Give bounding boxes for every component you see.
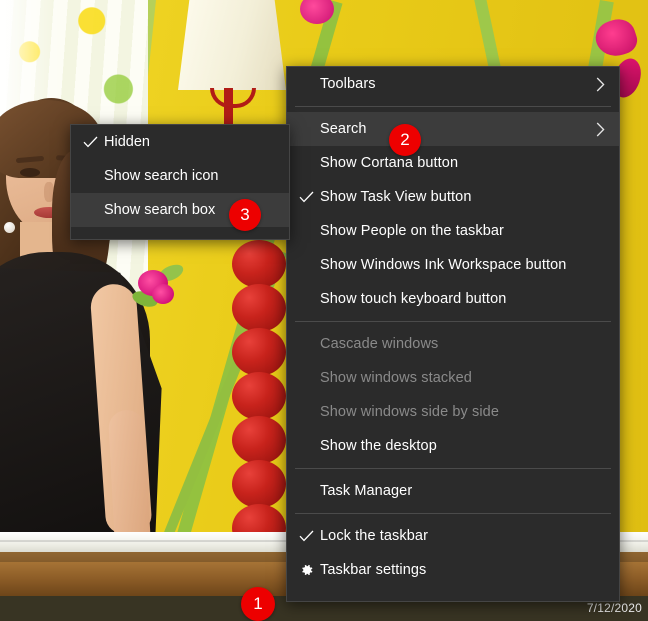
desktop[interactable]: 7/12/2020 Toolbars Search Show Cortana but… (0, 0, 648, 621)
menu-item-label: Show Windows Ink Workspace button (320, 257, 567, 273)
menu-item-show-touch-keyboard-button[interactable]: Show touch keyboard button (287, 282, 619, 316)
menu-item-label: Taskbar settings (320, 562, 427, 578)
callout-badge-3: 3 (229, 199, 261, 231)
menu-separator (295, 468, 611, 469)
menu-item-label: Cascade windows (320, 336, 439, 352)
menu-item-label: Search (320, 121, 367, 137)
submenu-item-label: Show search box (104, 202, 216, 218)
menu-item-label: Show Cortana button (320, 155, 459, 171)
checkmark-icon (297, 519, 315, 553)
menu-item-label: Lock the taskbar (320, 528, 428, 544)
gear-icon (297, 553, 315, 587)
wallpaper-beaded-lamp-column (232, 240, 286, 588)
menu-item-show-cortana-button[interactable]: Show Cortana button (287, 146, 619, 180)
submenu-item-show-search-icon[interactable]: Show search icon (71, 159, 289, 193)
menu-item-show-people-on-the-taskbar[interactable]: Show People on the taskbar (287, 214, 619, 248)
checkmark-icon (297, 180, 315, 214)
menu-item-search[interactable]: Search (287, 112, 619, 146)
menu-separator (295, 106, 611, 107)
callout-badge-2: 2 (389, 124, 421, 156)
menu-item-toolbars[interactable]: Toolbars (287, 67, 619, 101)
menu-item-label: Show windows stacked (320, 370, 472, 386)
menu-item-show-task-view-button[interactable]: Show Task View button (287, 180, 619, 214)
menu-item-label: Show People on the taskbar (320, 223, 504, 239)
wallpaper-woman-earring (4, 222, 15, 233)
wallpaper-lamp-shade (178, 0, 286, 90)
taskbar-context-menu[interactable]: Toolbars Search Show Cortana button Show Ta… (286, 66, 620, 602)
menu-item-label: Task Manager (320, 483, 413, 499)
menu-item-label: Show the desktop (320, 438, 437, 454)
menu-item-cascade-windows: Cascade windows (287, 327, 619, 361)
menu-item-lock-the-taskbar[interactable]: Lock the taskbar (287, 519, 619, 553)
chevron-right-icon (593, 112, 607, 146)
submenu-item-label: Show search icon (104, 168, 219, 184)
callout-badge-1: 1 (241, 587, 275, 621)
menu-item-show-windows-ink-workspace-button[interactable]: Show Windows Ink Workspace button (287, 248, 619, 282)
menu-item-task-manager[interactable]: Task Manager (287, 474, 619, 508)
menu-item-taskbar-settings[interactable]: Taskbar settings (287, 553, 619, 587)
menu-separator (295, 513, 611, 514)
submenu-item-hidden[interactable]: Hidden (71, 125, 289, 159)
checkmark-icon (81, 125, 99, 159)
wallpaper-flower (152, 284, 174, 304)
menu-separator (295, 321, 611, 322)
menu-item-show-windows-stacked: Show windows stacked (287, 361, 619, 395)
menu-item-show-the-desktop[interactable]: Show the desktop (287, 429, 619, 463)
menu-item-label: Show Task View button (320, 189, 472, 205)
menu-item-label: Show windows side by side (320, 404, 500, 420)
wallpaper-woman-eye (20, 168, 40, 177)
chevron-right-icon (593, 67, 607, 101)
menu-item-show-windows-side-by-side: Show windows side by side (287, 395, 619, 429)
menu-item-label: Show touch keyboard button (320, 291, 507, 307)
submenu-item-label: Hidden (104, 134, 150, 150)
menu-item-label: Toolbars (320, 76, 376, 92)
